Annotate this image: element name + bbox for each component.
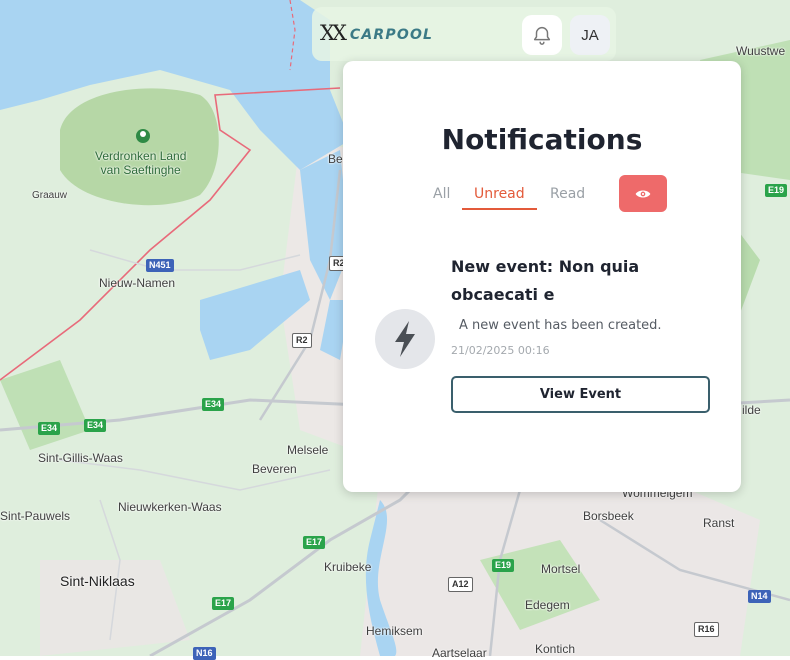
road-shield: N451 (146, 259, 174, 272)
tab-unread[interactable]: Unread (462, 186, 537, 210)
map-place-label: Melsele (287, 443, 329, 457)
notifications-button[interactable] (522, 15, 562, 55)
road-shield: E34 (38, 422, 61, 435)
notification-title: New event: Non quia obcaecati e (451, 257, 640, 304)
map-place-label: Nieuw-Namen (99, 276, 176, 290)
map-place-label: Wuustwe (736, 44, 786, 58)
road-shield: A12 (448, 577, 473, 592)
map-place-label: Be (328, 152, 343, 166)
notification-time: 21/02/2025 00:16 (451, 344, 550, 357)
map-place-label: Ranst (703, 516, 735, 530)
map-place-label: Kruibeke (324, 560, 372, 574)
logo-mark: XX (320, 21, 347, 45)
road-shield: N16 (193, 647, 216, 660)
tab-all[interactable]: All (433, 186, 450, 202)
notifications-panel: Notifications All Unread Read New event:… (343, 61, 741, 492)
panel-title: Notifications (441, 123, 643, 156)
road-shield: E34 (202, 398, 225, 411)
mark-all-read-button[interactable] (619, 175, 667, 212)
map-place-label: Mortsel (541, 562, 581, 576)
road-shield: N14 (748, 590, 771, 603)
view-event-button[interactable]: View Event (451, 376, 710, 413)
map-place-label: Verdronken Land van Saeftinghe (95, 149, 187, 177)
road-shield: E34 (84, 419, 107, 432)
road-shield: R2 (292, 333, 312, 348)
map-place-label: Hemiksem (366, 624, 423, 638)
avatar[interactable]: JA (570, 15, 610, 55)
map-place-label: ilde (742, 403, 761, 417)
map-place-label: Sint-Pauwels (0, 509, 71, 523)
tab-read[interactable]: Read (550, 186, 585, 202)
map-place-label: Kontich (535, 642, 576, 656)
notification-body: A new event has been created. (459, 318, 662, 333)
carpool-logo[interactable]: XX CARPOOL (320, 21, 433, 45)
logo-text: CARPOOL (349, 27, 434, 43)
top-bar: XX CARPOOL JA (312, 7, 616, 61)
road-shield: R16 (694, 622, 719, 637)
notification-icon (375, 309, 435, 369)
notification-tabs: All Unread Read (343, 186, 741, 212)
eye-icon (635, 190, 651, 197)
road-shield: E19 (765, 184, 788, 197)
map-place-label: Aartselaar (432, 646, 487, 660)
map-place-label: Beveren (252, 462, 297, 476)
map-place-label: Nieuwkerken-Waas (118, 500, 222, 514)
map-place-label: Borsbeek (583, 509, 634, 523)
lightning-icon (395, 321, 415, 357)
map-place-label: Sint-Niklaas (60, 573, 135, 589)
map-place-label: Graauw (32, 190, 68, 201)
bell-icon (533, 27, 551, 45)
road-shield: E17 (212, 597, 235, 610)
road-shield: E19 (492, 559, 515, 572)
map-place-label: Sint-Gillis-Waas (38, 451, 123, 465)
map-place-label: Edegem (525, 598, 570, 612)
road-shield: E17 (303, 536, 326, 549)
